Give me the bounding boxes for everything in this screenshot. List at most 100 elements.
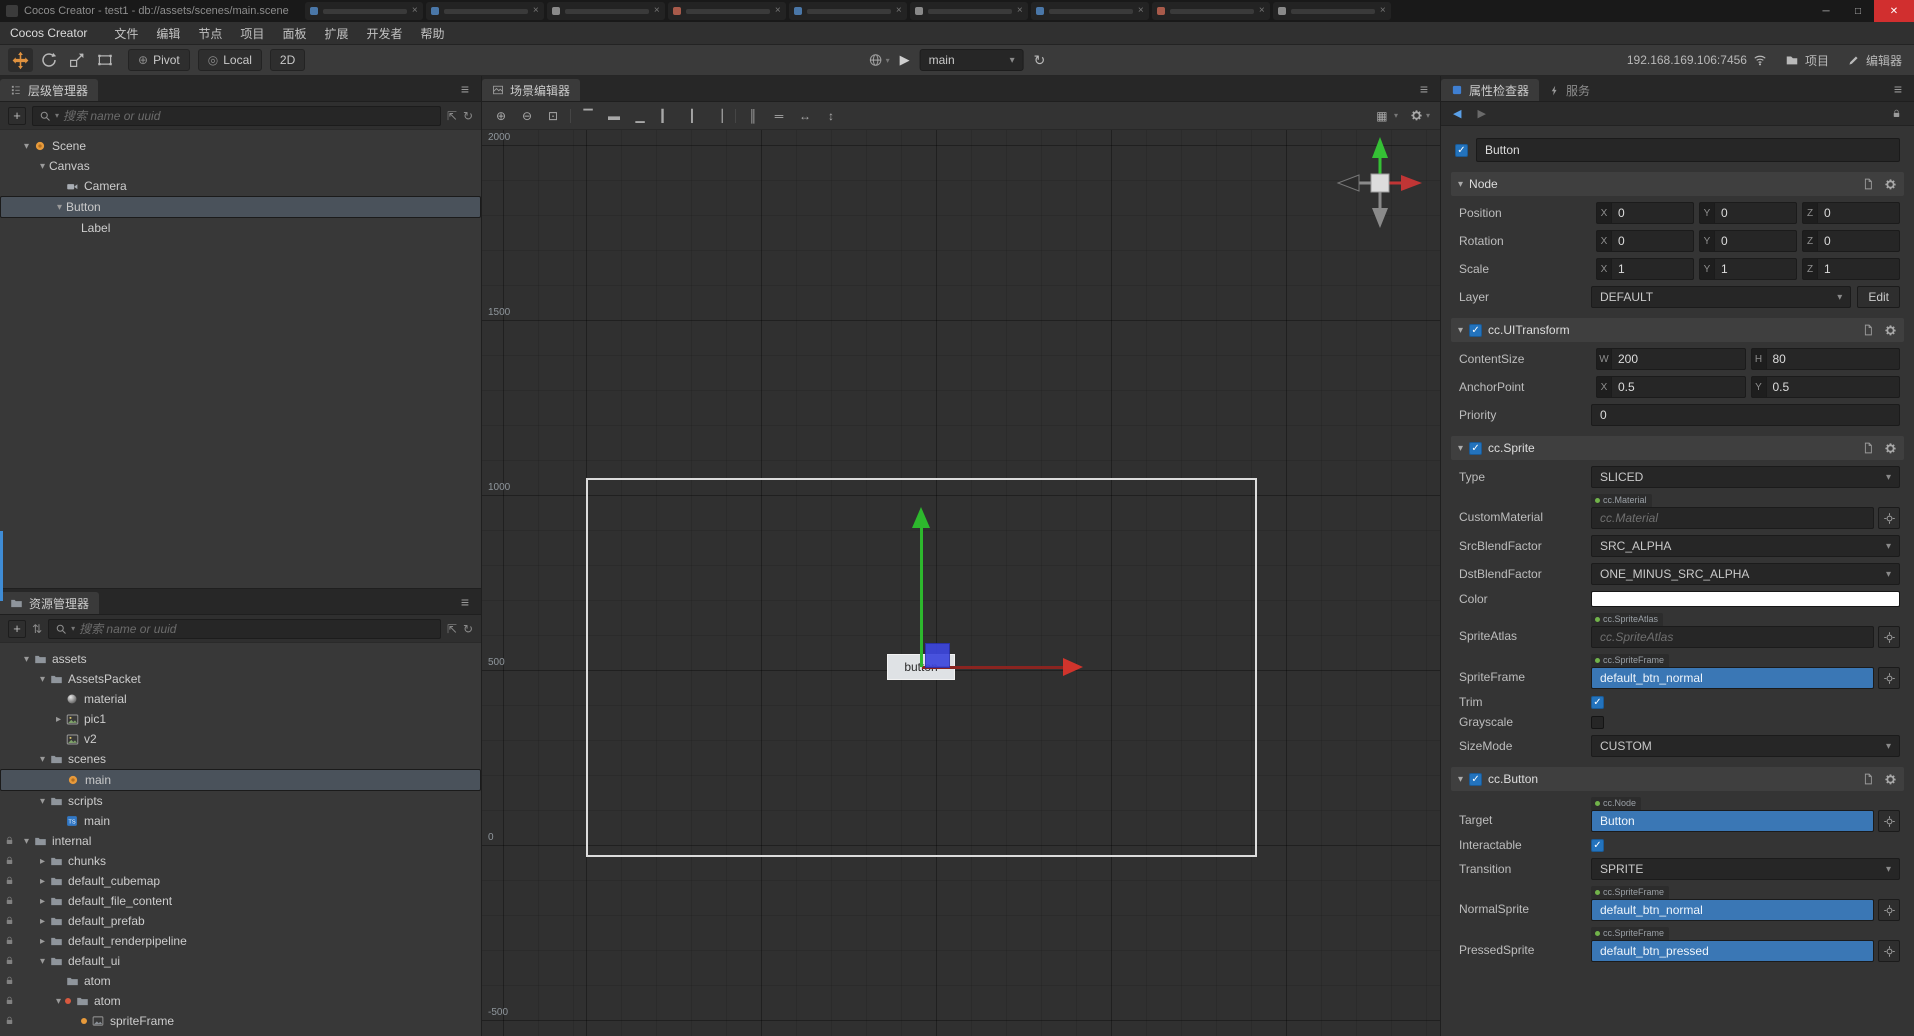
- node-name-input[interactable]: [1476, 138, 1900, 162]
- asset-node-internal[interactable]: ▾ internal: [0, 831, 481, 851]
- tab-inspector[interactable]: 属性检查器: [1441, 79, 1540, 101]
- component-header-cc-button[interactable]: ▾ cc.Button: [1451, 767, 1904, 791]
- chevron-down-icon[interactable]: ▾: [1458, 325, 1463, 336]
- local-button[interactable]: ◎ Local: [197, 49, 262, 71]
- trim-checkbox[interactable]: [1591, 695, 1604, 709]
- normalsprite-asset-field[interactable]: default_btn_normal: [1591, 899, 1874, 921]
- tab-close-icon[interactable]: ×: [896, 6, 902, 16]
- gizmo-settings-icon[interactable]: ▾: [1410, 109, 1430, 122]
- mode-2d-button[interactable]: 2D: [269, 49, 306, 71]
- window-tab[interactable]: ×: [1151, 2, 1270, 20]
- window-tab[interactable]: ×: [667, 2, 786, 20]
- tab-close-icon[interactable]: ×: [1138, 6, 1144, 16]
- chevron-down-icon[interactable]: ▾: [36, 796, 49, 807]
- menu-item[interactable]: 扩展: [315, 25, 357, 42]
- zoom-fit-icon[interactable]: ⊡: [544, 107, 562, 125]
- asset-picker-button[interactable]: [1878, 626, 1900, 648]
- gizmo-plane-handle[interactable]: [925, 643, 950, 668]
- window-tab[interactable]: ×: [1272, 2, 1391, 20]
- refresh-icon[interactable]: ↻: [463, 623, 473, 635]
- lock-icon[interactable]: [1891, 108, 1902, 119]
- scale-z-input[interactable]: 1: [1817, 258, 1900, 280]
- asset-node-default-renderpipeline[interactable]: ▸ default_renderpipeline: [0, 931, 481, 951]
- asset-node-spriteframe[interactable]: spriteFrame: [0, 1011, 481, 1031]
- zoom-in-icon[interactable]: ⊕: [492, 107, 510, 125]
- scene-select[interactable]: main ▾: [919, 49, 1024, 71]
- chevron-down-icon[interactable]: ▾: [20, 654, 33, 665]
- asset-node-scripts[interactable]: ▾ scripts: [0, 791, 481, 811]
- align-top-icon[interactable]: ▔: [579, 107, 597, 125]
- component-enabled-checkbox[interactable]: [1469, 323, 1483, 337]
- chevron-down-icon[interactable]: ▾: [20, 836, 33, 847]
- asset-node-chunks[interactable]: ▸ chunks: [0, 851, 481, 871]
- preview-target-button[interactable]: ▾: [869, 53, 890, 67]
- gizmo-y-arrow-icon[interactable]: [912, 507, 930, 528]
- chevron-down-icon[interactable]: ▾: [36, 956, 49, 967]
- play-button[interactable]: ▶: [900, 52, 910, 68]
- component-header-cc-uitransform[interactable]: ▾ cc.UITransform: [1451, 318, 1904, 342]
- chevron-right-icon[interactable]: ▸: [36, 876, 49, 887]
- layer-select[interactable]: DEFAULT ▾: [1591, 286, 1852, 308]
- file-icon[interactable]: [1861, 177, 1875, 191]
- menu-item[interactable]: 项目: [231, 25, 273, 42]
- position-y-input[interactable]: 0: [1714, 202, 1797, 224]
- tab-close-icon[interactable]: ×: [1380, 6, 1386, 16]
- gizmo-y-axis[interactable]: [920, 527, 923, 667]
- stretch-horizontal-icon[interactable]: ↔: [796, 107, 814, 125]
- rotation-x-input[interactable]: 0: [1611, 230, 1694, 252]
- color-swatch[interactable]: [1591, 591, 1900, 607]
- file-icon[interactable]: [1861, 772, 1875, 786]
- chevron-down-icon[interactable]: ▾: [20, 141, 33, 152]
- chevron-down-icon[interactable]: ▾: [53, 202, 66, 213]
- open-project-button[interactable]: 项目: [1785, 52, 1829, 69]
- priority-input[interactable]: 0: [1591, 404, 1900, 426]
- rect-tool-icon[interactable]: [92, 48, 117, 72]
- maximize-button[interactable]: □: [1842, 0, 1874, 22]
- spriteatlas-asset-field[interactable]: cc.SpriteAtlas: [1591, 626, 1874, 648]
- file-icon[interactable]: [1861, 323, 1875, 337]
- hierarchy-node-button[interactable]: ▾ Button: [0, 196, 481, 218]
- tab-assets[interactable]: 资源管理器: [0, 592, 100, 614]
- asset-picker-button[interactable]: [1878, 899, 1900, 921]
- anchorpoint-x-input[interactable]: 0.5: [1611, 376, 1746, 398]
- chevron-right-icon[interactable]: ▸: [36, 916, 49, 927]
- menu-item[interactable]: 编辑: [147, 25, 189, 42]
- chevron-down-icon[interactable]: ▾: [36, 161, 49, 172]
- assets-search-input[interactable]: [79, 621, 434, 636]
- scene-viewport[interactable]: 2000 1500 1000 500 0 -500 button: [482, 130, 1440, 1036]
- window-tab[interactable]: ×: [425, 2, 544, 20]
- chevron-down-icon[interactable]: ▾: [1458, 179, 1463, 190]
- align-center-icon[interactable]: ┃: [683, 107, 701, 125]
- asset-node-v2[interactable]: v2: [0, 729, 481, 749]
- panel-menu-icon[interactable]: ≡: [1414, 81, 1434, 97]
- sizemode-select[interactable]: CUSTOM ▾: [1591, 735, 1900, 757]
- pivot-button[interactable]: ⊕ Pivot: [128, 49, 190, 71]
- layer-edit-button[interactable]: Edit: [1857, 286, 1900, 308]
- open-editor-button[interactable]: 编辑器: [1847, 52, 1902, 69]
- chevron-down-icon[interactable]: ▾: [36, 754, 49, 765]
- rotation-z-input[interactable]: 0: [1817, 230, 1900, 252]
- panel-menu-icon[interactable]: ≡: [455, 81, 475, 97]
- refresh-icon[interactable]: ↻: [463, 110, 473, 122]
- collapse-all-icon[interactable]: ⇱: [447, 623, 457, 635]
- create-asset-button[interactable]: +: [8, 619, 26, 638]
- asset-node-default-prefab[interactable]: ▸ default_prefab: [0, 911, 481, 931]
- chevron-down-icon[interactable]: ▾: [1458, 443, 1463, 454]
- interactable-checkbox[interactable]: [1591, 838, 1604, 852]
- window-tab[interactable]: ×: [788, 2, 907, 20]
- asset-node-default-file-content[interactable]: ▸ default_file_content: [0, 891, 481, 911]
- hierarchy-node-canvas[interactable]: ▾ Canvas: [0, 156, 481, 176]
- grayscale-checkbox[interactable]: [1591, 715, 1604, 729]
- component-header-node[interactable]: ▾ Node: [1451, 172, 1904, 196]
- zoom-out-icon[interactable]: ⊖: [518, 107, 536, 125]
- asset-node-scenes[interactable]: ▾ scenes: [0, 749, 481, 769]
- history-forward-icon[interactable]: ▶: [1477, 107, 1485, 120]
- transition-select[interactable]: SPRITE ▾: [1591, 858, 1900, 880]
- asset-node-material[interactable]: material: [0, 689, 481, 709]
- asset-picker-button[interactable]: [1878, 667, 1900, 689]
- chevron-right-icon[interactable]: ▸: [52, 714, 65, 725]
- component-enabled-checkbox[interactable]: [1469, 772, 1483, 786]
- asset-node-assetspacket[interactable]: ▾ AssetsPacket: [0, 669, 481, 689]
- asset-node-default-ui[interactable]: ▾ default_ui: [0, 951, 481, 971]
- chevron-right-icon[interactable]: ▸: [36, 936, 49, 947]
